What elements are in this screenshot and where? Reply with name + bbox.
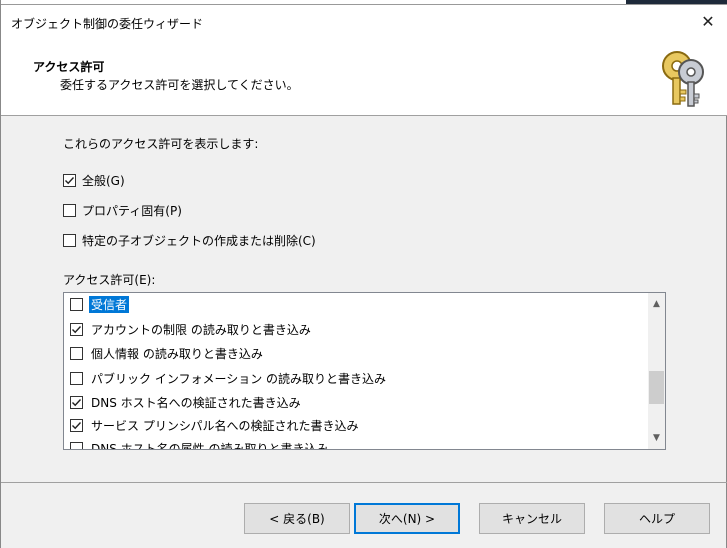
filter-child-object-checkbox[interactable]: 特定の子オブジェクトの作成または削除(C) — [63, 231, 316, 249]
filter-general-checkbox[interactable]: 全般(G) — [63, 171, 125, 189]
filter-child-object-label: 特定の子オブジェクトの作成または削除(C) — [82, 233, 316, 248]
close-button[interactable]: ✕ — [688, 5, 727, 38]
page-title: アクセス許可 — [33, 60, 105, 74]
checkmark-icon — [72, 325, 82, 333]
filter-property-checkbox[interactable]: プロパティ固有(P) — [63, 201, 182, 219]
checkbox-unchecked[interactable] — [63, 233, 76, 247]
list-item-label: パブリック インフォメーション の読み取りと書き込み — [91, 371, 387, 386]
list-item-label: DNS ホスト名の属性 の読み取りと書き込み — [91, 441, 329, 450]
checkbox-unchecked[interactable] — [70, 371, 83, 385]
cancel-button[interactable]: キャンセル — [479, 503, 585, 534]
permissions-label: アクセス許可(E): — [63, 273, 156, 287]
vertical-scrollbar[interactable]: ▲ ▼ — [648, 293, 665, 449]
filter-label: これらのアクセス許可を表示します: — [63, 137, 259, 151]
checkbox-unchecked[interactable] — [70, 441, 83, 449]
list-item-label: サービス プリンシパル名への検証された書き込み — [91, 418, 359, 433]
filter-general-label: 全般(G) — [82, 173, 125, 188]
scroll-up-icon[interactable]: ▲ — [648, 295, 665, 312]
checkbox-unchecked[interactable] — [70, 297, 83, 311]
checkmark-icon — [72, 398, 82, 406]
list-item-label: 個人情報 の読み取りと書き込み — [91, 346, 263, 361]
checkbox-unchecked[interactable] — [63, 203, 76, 217]
list-item[interactable]: 個人情報 の読み取りと書き込み — [70, 342, 640, 364]
list-item-label: DNS ホスト名への検証された書き込み — [91, 395, 301, 410]
keys-icon — [662, 51, 704, 107]
list-item[interactable]: アカウントの制限 の読み取りと書き込み — [70, 318, 640, 340]
scroll-thumb[interactable] — [649, 371, 664, 404]
title-bar: オブジェクト制御の委任ウィザード ✕ — [1, 4, 727, 38]
footer-divider — [1, 482, 727, 483]
checkbox-checked[interactable] — [70, 418, 83, 432]
checkbox-checked[interactable] — [70, 395, 83, 409]
checkbox-checked[interactable] — [70, 322, 83, 336]
next-button[interactable]: 次へ(N) > — [354, 503, 460, 534]
checkbox-checked[interactable] — [63, 173, 76, 187]
wizard-header: アクセス許可 委任するアクセス許可を選択してください。 — [1, 38, 727, 116]
close-icon: ✕ — [701, 12, 715, 31]
list-item[interactable]: 受信者 — [70, 293, 640, 315]
scroll-down-icon[interactable]: ▼ — [648, 429, 665, 446]
list-item[interactable]: サービス プリンシパル名への検証された書き込み — [70, 414, 640, 436]
list-item[interactable]: パブリック インフォメーション の読み取りと書き込み — [70, 367, 640, 389]
window-title: オブジェクト制御の委任ウィザード — [11, 17, 204, 31]
list-item-label: アカウントの制限 の読み取りと書き込み — [91, 322, 311, 337]
list-item-label: 受信者 — [89, 295, 130, 313]
page-subtitle: 委任するアクセス許可を選択してください。 — [60, 78, 299, 92]
list-item[interactable]: DNS ホスト名の属性 の読み取りと書き込み — [70, 437, 640, 450]
help-button[interactable]: ヘルプ — [604, 503, 710, 534]
permissions-list[interactable]: 受信者 アカウントの制限 の読み取りと書き込み 個人情報 の読み取りと書き込み … — [63, 292, 666, 450]
list-item[interactable]: DNS ホスト名への検証された書き込み — [70, 391, 640, 413]
wizard-dialog: オブジェクト制御の委任ウィザード ✕ アクセス許可 委任するアクセス許可を選択し… — [0, 0, 727, 548]
checkbox-unchecked[interactable] — [70, 346, 83, 360]
filter-property-label: プロパティ固有(P) — [82, 203, 182, 218]
back-button[interactable]: < 戻る(B) — [244, 503, 350, 534]
checkmark-icon — [72, 421, 82, 429]
checkmark-icon — [65, 176, 75, 184]
